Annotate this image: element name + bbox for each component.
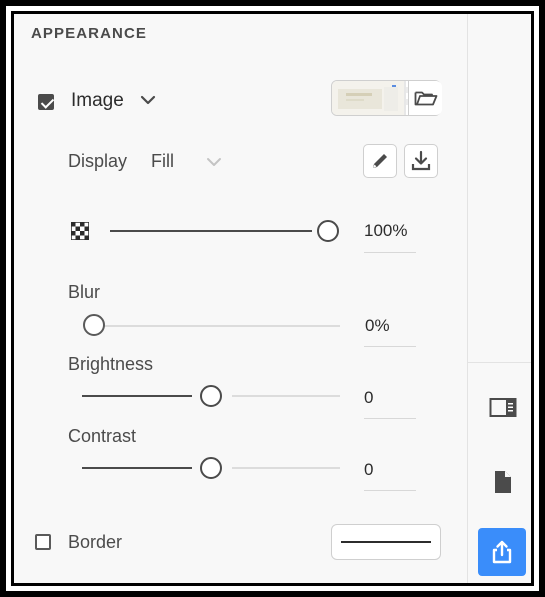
opacity-value-underline (364, 252, 416, 253)
brightness-slider-track-filled[interactable] (82, 395, 192, 397)
chevron-down-icon[interactable] (139, 91, 157, 109)
window-frame: APPEARANCE Image Display Fill 100% Blur … (6, 6, 539, 591)
pencil-icon (373, 154, 387, 168)
share-button[interactable] (478, 528, 526, 576)
brightness-value-underline (364, 418, 416, 419)
section-title: APPEARANCE (31, 25, 148, 42)
contrast-value[interactable]: 0 (364, 460, 373, 480)
contrast-slider-track[interactable] (232, 467, 340, 469)
opacity-slider-thumb[interactable] (317, 220, 339, 242)
image-label: Image (71, 90, 124, 111)
display-select[interactable]: Fill (151, 151, 174, 172)
download-icon (411, 150, 431, 171)
contrast-label: Contrast (68, 426, 137, 446)
brightness-slider-track[interactable] (232, 395, 340, 397)
opacity-value[interactable]: 100% (364, 221, 407, 241)
window-frame-inner: APPEARANCE Image Display Fill 100% Blur … (11, 11, 534, 586)
border-label: Border (68, 532, 123, 552)
download-button[interactable] (404, 144, 438, 178)
contrast-slider-thumb[interactable] (200, 457, 222, 479)
folder-icon[interactable] (408, 81, 442, 115)
blur-value[interactable]: 0% (365, 316, 390, 336)
brightness-value[interactable]: 0 (364, 388, 373, 408)
rail-divider (468, 362, 531, 363)
edit-image-button[interactable] (363, 144, 397, 178)
contrast-value-underline (364, 490, 416, 491)
image-checkbox[interactable] (38, 94, 54, 110)
panel-layout-icon[interactable] (489, 397, 517, 419)
brightness-slider-thumb[interactable] (200, 385, 222, 407)
opacity-slider-track[interactable] (110, 230, 312, 232)
border-checkbox[interactable] (35, 534, 51, 550)
display-label: Display (68, 151, 128, 171)
blur-slider-thumb[interactable] (83, 314, 105, 336)
contrast-slider-track-filled[interactable] (82, 467, 192, 469)
brightness-label: Brightness (68, 354, 154, 374)
share-icon (492, 540, 512, 564)
border-line-preview (341, 541, 431, 543)
chevron-down-icon[interactable] (205, 153, 223, 171)
checkerboard-opacity-icon (70, 221, 90, 241)
right-rail (467, 14, 531, 583)
blur-value-underline (364, 346, 416, 347)
border-style-swatch[interactable] (331, 524, 441, 560)
document-icon[interactable] (494, 470, 512, 494)
appearance-panel: APPEARANCE Image Display Fill 100% Blur … (14, 14, 531, 583)
blur-label: Blur (68, 282, 101, 302)
blur-slider-track[interactable] (104, 325, 340, 327)
